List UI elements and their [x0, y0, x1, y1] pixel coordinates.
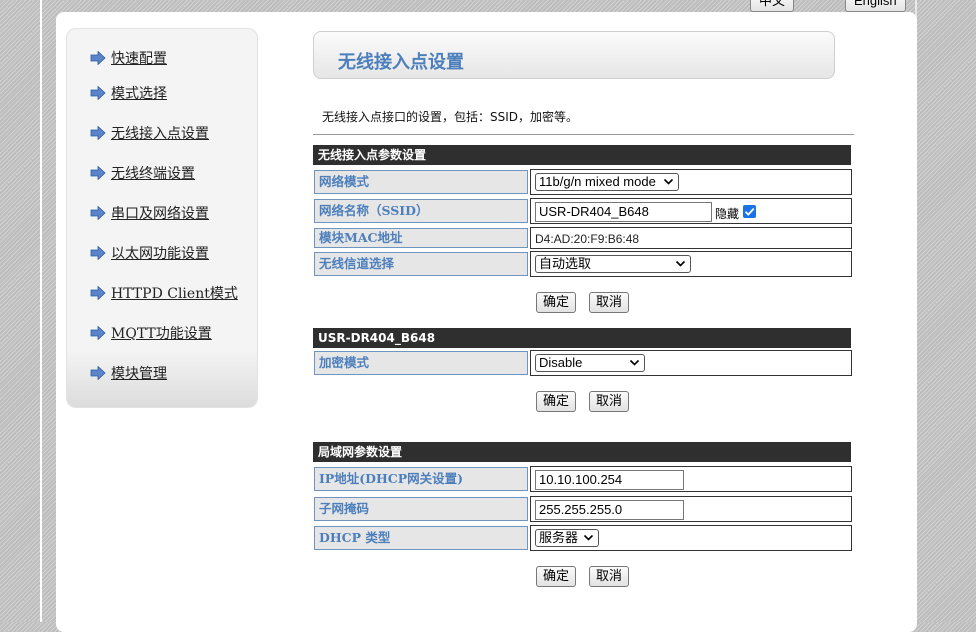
ssid-cell: USR-DR404_B648 隐藏 — [530, 198, 852, 224]
hide-ssid-checkbox[interactable] — [743, 205, 756, 218]
network-mode-cell: 11b/g/n mixed mode — [530, 169, 852, 195]
lan-ok-button[interactable]: 确定 — [536, 566, 577, 587]
dhcp-value: 服务器 — [539, 530, 579, 545]
menu-label: 快速配置 — [111, 51, 167, 67]
menu-item-sta-settings[interactable]: 无线终端设置 — [90, 163, 195, 183]
menu-label: 以太网功能设置 — [111, 246, 209, 262]
menu-item-ap-settings[interactable]: 无线接入点设置 — [90, 123, 209, 143]
divider — [313, 134, 854, 135]
menu-item-quick-config[interactable]: 快速配置 — [90, 48, 167, 68]
ssid-input[interactable]: USR-DR404_B648 — [535, 202, 712, 222]
lang-zh-button[interactable]: 中文 — [750, 0, 795, 12]
dhcp-label: DHCP 类型 — [314, 526, 528, 550]
left-edge-line — [40, 0, 42, 622]
arrow-right-icon — [90, 206, 106, 220]
page-description: 无线接入点接口的设置，包括：SSID，加密等。 — [322, 110, 579, 124]
mac-label: 模块MAC地址 — [314, 228, 528, 248]
menu-item-serial-network[interactable]: 串口及网络设置 — [90, 203, 209, 223]
arrow-right-icon — [90, 166, 106, 180]
mac-value: D4:AD:20:F9:B6:48 — [535, 232, 640, 246]
ap-section-header: 无线接入点参数设置 — [313, 145, 851, 165]
checkmark-icon — [744, 207, 755, 216]
ssid-label: 网络名称（SSID） — [314, 199, 528, 223]
arrow-right-icon — [90, 246, 106, 260]
ap-cancel-button[interactable]: 取消 — [589, 292, 630, 313]
page-title-box: 无线接入点设置 — [313, 31, 835, 79]
channel-row: 无线信道选择 自动选取 — [313, 251, 852, 277]
menu-item-httpd-client[interactable]: HTTPD Client模式 — [90, 283, 238, 303]
chevron-down-icon — [583, 534, 594, 541]
chevron-down-icon — [675, 260, 686, 267]
dhcp-select[interactable]: 服务器 — [535, 529, 599, 547]
network-mode-select[interactable]: 11b/g/n mixed mode — [535, 173, 679, 191]
mask-row: 子网掩码 255.255.255.0 — [313, 496, 852, 522]
encryption-value: Disable — [539, 355, 583, 370]
menu-label: 无线接入点设置 — [111, 126, 209, 142]
menu-item-module-management[interactable]: 模块管理 — [90, 363, 167, 383]
network-mode-value: 11b/g/n mixed mode — [539, 174, 656, 189]
menu-label: 模式选择 — [111, 86, 167, 102]
hide-ssid-label: 隐藏 — [715, 207, 740, 221]
mask-label: 子网掩码 — [314, 497, 528, 521]
lan-cancel-button[interactable]: 取消 — [589, 566, 630, 587]
menu-label: 串口及网络设置 — [111, 206, 209, 222]
arrow-right-icon — [90, 286, 106, 300]
menu-item-ethernet[interactable]: 以太网功能设置 — [90, 243, 209, 263]
ip-row: IP地址(DHCP网关设置) 10.10.100.254 — [313, 466, 852, 492]
page-title: 无线接入点设置 — [338, 52, 464, 73]
network-mode-row: 网络模式 11b/g/n mixed mode — [313, 169, 852, 195]
ip-input[interactable]: 10.10.100.254 — [535, 470, 684, 490]
menu-label: HTTPD Client模式 — [111, 286, 238, 302]
channel-label: 无线信道选择 — [314, 252, 528, 276]
chevron-down-icon — [629, 359, 640, 366]
ip-cell: 10.10.100.254 — [530, 466, 852, 492]
chevron-down-icon — [663, 178, 674, 185]
arrow-right-icon — [90, 51, 106, 65]
lang-en-button[interactable]: English — [845, 0, 906, 12]
mac-cell: D4:AD:20:F9:B6:48 — [530, 227, 852, 249]
arrow-right-icon — [90, 326, 106, 340]
encryption-label: 加密模式 — [314, 351, 528, 375]
dhcp-cell: 服务器 — [530, 525, 852, 551]
menu-label: 模块管理 — [111, 366, 167, 382]
channel-select[interactable]: 自动选取 — [535, 255, 691, 273]
mask-cell: 255.255.255.0 — [530, 496, 852, 522]
ap-ok-button[interactable]: 确定 — [536, 292, 577, 313]
encryption-row: 加密模式 Disable — [313, 350, 852, 376]
arrow-right-icon — [90, 126, 106, 140]
encryption-select[interactable]: Disable — [535, 354, 645, 372]
dhcp-row: DHCP 类型 服务器 — [313, 525, 852, 551]
menu-item-mqtt[interactable]: MQTT功能设置 — [90, 323, 212, 343]
network-mode-label: 网络模式 — [314, 170, 528, 194]
channel-cell: 自动选取 — [530, 251, 852, 277]
menu-item-mode-select[interactable]: 模式选择 — [90, 83, 167, 103]
ssid-row: 网络名称（SSID） USR-DR404_B648 隐藏 — [313, 198, 852, 224]
encryption-cell: Disable — [530, 350, 852, 376]
security-cancel-button[interactable]: 取消 — [589, 391, 630, 412]
arrow-right-icon — [90, 366, 106, 380]
security-section-header: USR-DR404_B648 — [313, 328, 851, 348]
menu-label: 无线终端设置 — [111, 166, 195, 182]
mask-input[interactable]: 255.255.255.0 — [535, 500, 684, 520]
arrow-right-icon — [90, 86, 106, 100]
lan-section-header: 局域网参数设置 — [313, 442, 851, 462]
channel-value: 自动选取 — [539, 256, 592, 271]
security-ok-button[interactable]: 确定 — [536, 391, 577, 412]
ip-label: IP地址(DHCP网关设置) — [314, 467, 528, 491]
menu-label: MQTT功能设置 — [111, 326, 212, 342]
mac-row: 模块MAC地址 D4:AD:20:F9:B6:48 — [313, 227, 852, 249]
